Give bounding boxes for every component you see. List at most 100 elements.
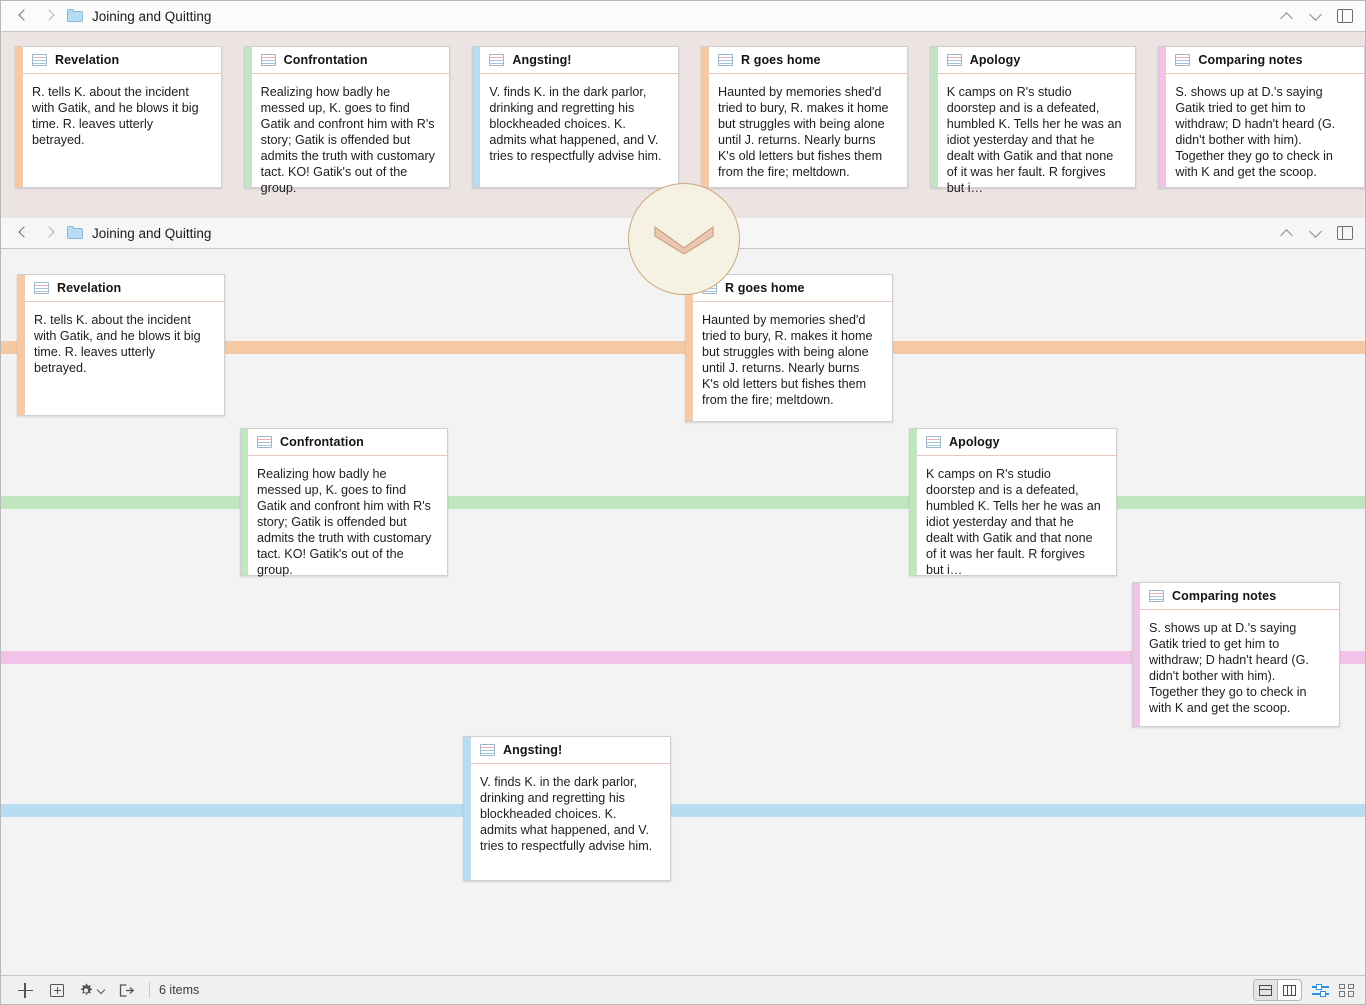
index-card-r-goes-home[interactable]: R goes home Haunted by memories shed'd t… bbox=[701, 46, 908, 188]
card-header: Revelation bbox=[16, 47, 221, 74]
chevron-down-icon[interactable] bbox=[1308, 226, 1323, 241]
card-strip: Revelation R. tells K. about the inciden… bbox=[1, 32, 1365, 195]
card-body: R. tells K. about the incident with Gati… bbox=[34, 313, 201, 375]
chevron-left-icon[interactable] bbox=[18, 225, 29, 241]
board-card-angsting[interactable]: Angsting! V. finds K. in the dark parlor… bbox=[463, 736, 671, 881]
card-title: Revelation bbox=[57, 281, 122, 295]
card-title: Comparing notes bbox=[1172, 589, 1277, 603]
card-accent-bar bbox=[686, 275, 693, 421]
index-card-apology[interactable]: Apology K camps on R's studio doorstep a… bbox=[929, 46, 1137, 195]
breadcrumb-label: Joining and Quitting bbox=[92, 225, 212, 241]
list-view-button[interactable] bbox=[1254, 980, 1277, 1000]
status-bar: 6 items bbox=[1, 975, 1365, 1004]
settings-button[interactable] bbox=[73, 979, 111, 1001]
add-button[interactable] bbox=[9, 979, 41, 1001]
index-card-angsting[interactable]: Angsting! V. finds K. in the dark parlor… bbox=[472, 46, 680, 188]
chevron-right-icon[interactable] bbox=[43, 8, 54, 24]
new-folder-icon bbox=[50, 983, 64, 997]
board-card-revelation[interactable]: Revelation R. tells K. about the inciden… bbox=[17, 274, 225, 416]
folder-icon bbox=[67, 9, 84, 23]
card-body: S. shows up at D.'s saying Gatik tried t… bbox=[1175, 85, 1336, 179]
card-header: Revelation bbox=[18, 275, 224, 302]
index-card-icon bbox=[946, 54, 962, 66]
folder-icon bbox=[67, 226, 84, 240]
index-card-icon bbox=[480, 744, 495, 756]
index-card-confrontation[interactable]: Confrontation Realizing how badly he mes… bbox=[243, 46, 451, 195]
card-body: S. shows up at D.'s saying Gatik tried t… bbox=[1149, 621, 1309, 715]
bottom-toolbar-controls bbox=[1279, 226, 1357, 241]
card-accent-bar bbox=[244, 47, 252, 187]
index-card-icon bbox=[260, 54, 276, 66]
card-accent-bar bbox=[702, 47, 710, 187]
card-body: K camps on R's studio doorstep and is a … bbox=[926, 467, 1101, 577]
split-view-icon[interactable] bbox=[1337, 226, 1353, 240]
index-card-icon bbox=[32, 54, 47, 66]
chevron-down-icon[interactable] bbox=[1308, 9, 1323, 24]
board-card-comparing-notes[interactable]: Comparing notes S. shows up at D.'s sayi… bbox=[1132, 582, 1340, 727]
card-title: Apology bbox=[969, 53, 1021, 67]
card-header: Apology bbox=[910, 429, 1116, 456]
chevron-left-icon[interactable] bbox=[18, 8, 29, 24]
chevron-down-small-icon bbox=[97, 986, 106, 995]
new-folder-button[interactable] bbox=[41, 979, 73, 1001]
card-title: Apology bbox=[949, 435, 1000, 449]
chevron-down-large-icon bbox=[653, 224, 715, 254]
card-accent-bar bbox=[1133, 583, 1140, 726]
board-card-r-goes-home[interactable]: R goes home Haunted by memories shed'd t… bbox=[685, 274, 893, 422]
gear-icon bbox=[79, 983, 94, 998]
export-button[interactable] bbox=[111, 979, 143, 1001]
card-body: Haunted by memories shed'd tried to bury… bbox=[702, 313, 873, 407]
swimlane-board: Revelation R. tells K. about the inciden… bbox=[1, 249, 1365, 975]
swimlane-green bbox=[1, 496, 1365, 509]
card-title: Revelation bbox=[55, 53, 120, 67]
board-card-apology[interactable]: Apology K camps on R's studio doorstep a… bbox=[909, 428, 1117, 577]
status-divider bbox=[149, 982, 150, 998]
card-header: Confrontation bbox=[241, 429, 447, 456]
card-header: Comparing notes bbox=[1133, 583, 1339, 610]
items-count-label: 6 items bbox=[159, 983, 200, 997]
breadcrumb-label: Joining and Quitting bbox=[92, 8, 212, 24]
card-accent-bar bbox=[241, 429, 248, 575]
card-title: R goes home bbox=[725, 281, 805, 295]
scrivener-window: Joining and Quitting Revelation R. tells… bbox=[0, 0, 1366, 1005]
card-title: Angsting! bbox=[503, 743, 563, 757]
card-accent-bar bbox=[473, 47, 481, 187]
index-card-icon bbox=[926, 436, 941, 448]
card-title: Confrontation bbox=[280, 435, 364, 449]
card-accent-bar bbox=[1159, 47, 1167, 187]
index-card-comparing-notes[interactable]: Comparing notes S. shows up at D.'s sayi… bbox=[1158, 46, 1365, 188]
column-view-icon bbox=[1283, 984, 1296, 996]
view-controls bbox=[1253, 979, 1357, 1001]
navigation-arrows-2 bbox=[18, 225, 54, 241]
chevron-up-icon[interactable] bbox=[1279, 226, 1294, 241]
grid-view-icon[interactable] bbox=[1339, 983, 1354, 997]
board-card-confrontation[interactable]: Confrontation Realizing how badly he mes… bbox=[240, 428, 448, 577]
card-accent-bar bbox=[18, 275, 25, 415]
card-header: Angsting! bbox=[464, 737, 670, 764]
card-title: Confrontation bbox=[283, 53, 368, 67]
top-toolbar: Joining and Quitting bbox=[1, 1, 1365, 32]
chevron-up-icon[interactable] bbox=[1279, 9, 1294, 24]
card-body: R. tells K. about the incident with Gati… bbox=[32, 85, 199, 147]
list-view-icon bbox=[1259, 984, 1272, 996]
index-card-icon bbox=[34, 282, 49, 294]
breadcrumb[interactable]: Joining and Quitting bbox=[67, 9, 211, 24]
card-header: R goes home bbox=[702, 47, 907, 74]
chevron-right-icon[interactable] bbox=[43, 225, 54, 241]
sliders-icon[interactable] bbox=[1312, 983, 1329, 997]
column-view-button[interactable] bbox=[1277, 980, 1301, 1000]
card-accent-bar bbox=[464, 737, 471, 880]
view-mode-segmented-control[interactable] bbox=[1253, 979, 1302, 1001]
split-view-icon[interactable] bbox=[1337, 9, 1353, 23]
card-body: Realizing how badly he messed up, K. goe… bbox=[257, 467, 432, 577]
card-accent-bar bbox=[910, 429, 917, 575]
index-card-revelation[interactable]: Revelation R. tells K. about the inciden… bbox=[15, 46, 222, 188]
plus-icon bbox=[17, 982, 33, 998]
divider-handle[interactable] bbox=[628, 183, 740, 295]
breadcrumb-2[interactable]: Joining and Quitting bbox=[67, 226, 211, 241]
card-body: Realizing how badly he messed up, K. goe… bbox=[260, 85, 435, 195]
index-card-icon bbox=[489, 54, 505, 66]
swimlane-blue bbox=[1, 804, 1365, 817]
index-card-icon bbox=[1149, 590, 1164, 602]
card-title: R goes home bbox=[741, 53, 821, 67]
